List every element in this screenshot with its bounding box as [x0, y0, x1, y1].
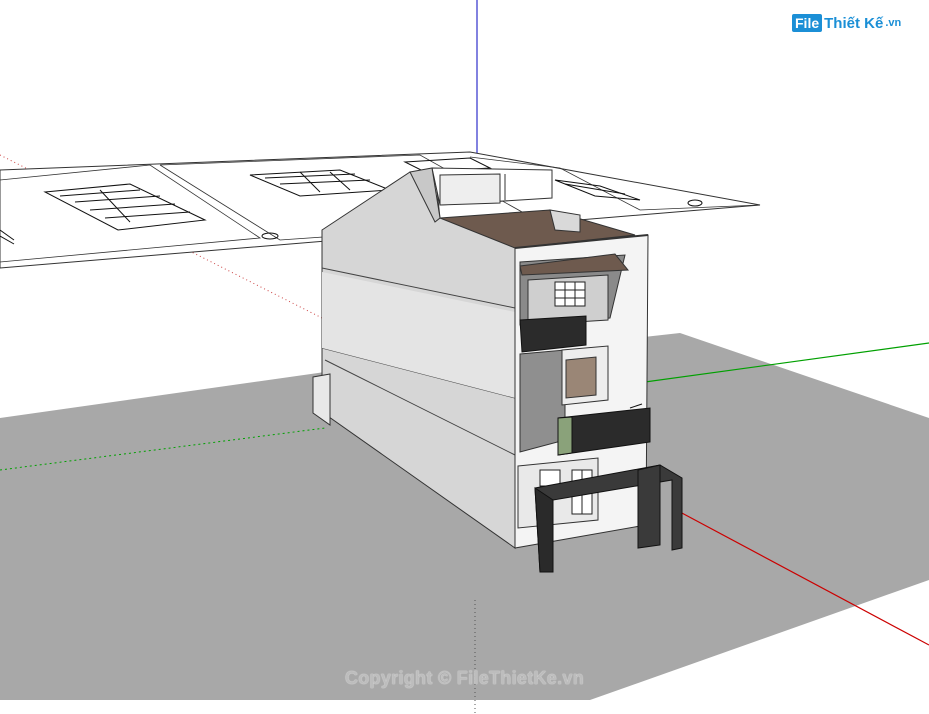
filethietke-logo: File Thiết Kế .vn [792, 14, 901, 32]
copyright-watermark: Copyright © FileThietKe.vn [344, 668, 585, 688]
3d-model-viewport[interactable] [0, 0, 929, 714]
logo-text: Thiết Kế [824, 14, 884, 32]
logo-tld: .vn [885, 17, 902, 29]
logo-box: File [792, 14, 823, 32]
